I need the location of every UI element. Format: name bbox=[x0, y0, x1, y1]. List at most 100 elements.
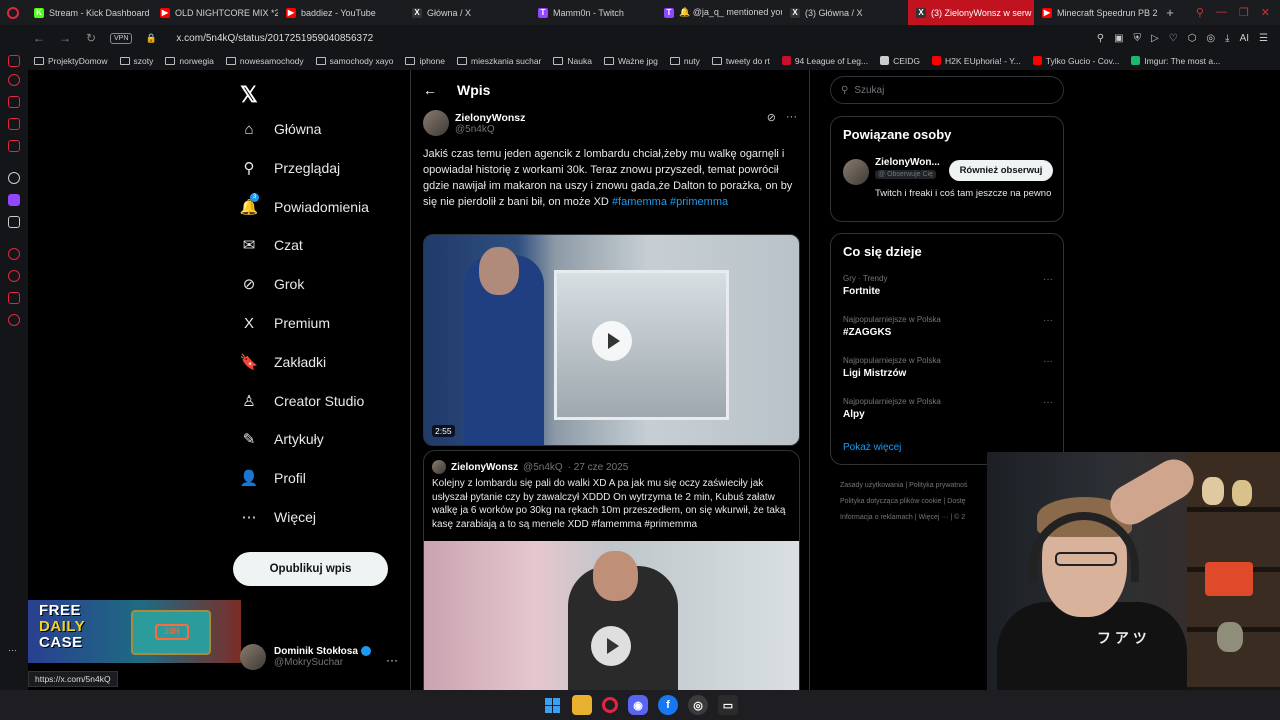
windows-start-icon[interactable] bbox=[542, 695, 562, 715]
lock-icon[interactable]: 🔒 bbox=[144, 33, 158, 44]
bookmark-item[interactable]: 94 League of Leg... bbox=[781, 56, 868, 66]
terminal-icon[interactable]: ▭ bbox=[718, 695, 738, 715]
extensions-sidebar-icon[interactable] bbox=[8, 292, 20, 304]
follow-back-button[interactable]: Również obserwuj bbox=[949, 160, 1053, 181]
author-name[interactable]: ZielonyWonsz bbox=[455, 112, 525, 124]
vpn-badge[interactable]: VPN bbox=[110, 32, 133, 44]
close-window-icon[interactable]: ✕ bbox=[1261, 6, 1270, 19]
shield-icon[interactable]: ⛨ bbox=[1134, 33, 1142, 44]
back-icon[interactable]: ← bbox=[32, 31, 46, 45]
bookmark-item[interactable]: samochody xayo bbox=[315, 56, 393, 66]
footer-link[interactable]: Więcej ··· bbox=[918, 514, 948, 521]
facebook-icon[interactable]: f bbox=[658, 695, 678, 715]
trend-more-icon[interactable]: ··· bbox=[1043, 274, 1053, 285]
post-button[interactable]: Opublikuj wpis bbox=[233, 552, 388, 586]
bookmark-item[interactable]: norwegia bbox=[165, 56, 214, 66]
play-button-icon[interactable] bbox=[591, 626, 631, 666]
show-more-link[interactable]: Pokaż więcej bbox=[843, 442, 901, 453]
x-logo-icon[interactable]: 𝕏 bbox=[240, 82, 258, 108]
post-more-icon[interactable]: ··· bbox=[786, 111, 797, 124]
player-icon[interactable] bbox=[8, 248, 20, 260]
footer-link[interactable]: Zasady użytkowania bbox=[840, 482, 903, 489]
nav-item[interactable]: X Premium bbox=[240, 314, 330, 332]
download-icon[interactable]: ⤓ bbox=[1225, 33, 1229, 44]
bookmark-item[interactable]: nuty bbox=[669, 56, 700, 66]
chatgpt-icon[interactable] bbox=[8, 172, 20, 184]
trend-item[interactable]: Gry · Trendy Fortnite ··· bbox=[843, 274, 1053, 297]
hashtag-link[interactable]: #primemma bbox=[670, 196, 728, 208]
pin-icon[interactable]: ⚲ bbox=[1097, 33, 1104, 44]
menu-icon[interactable]: ☰ bbox=[1259, 33, 1268, 44]
opera-logo-icon[interactable] bbox=[0, 0, 26, 25]
browser-tab[interactable]: X (3) Główna / X bbox=[782, 0, 908, 25]
quoted-post[interactable]: ZielonyWonsz @5n4kQ · 27 cze 2025 Kolejn… bbox=[423, 450, 800, 690]
clock-icon[interactable] bbox=[8, 270, 20, 282]
bookmark-item[interactable]: Imgur: The most a... bbox=[1131, 56, 1220, 66]
footer-link[interactable]: Dostę bbox=[947, 498, 965, 505]
post-video[interactable]: 2:55 bbox=[423, 234, 800, 446]
browser-tab[interactable]: K Stream - Kick Dashboard bbox=[26, 0, 152, 25]
trend-item[interactable]: Najpopularniejsze w Polska Ligi Mistrzów ·… bbox=[843, 356, 1053, 379]
more-sidebar-icon[interactable]: ··· bbox=[8, 645, 20, 657]
trend-more-icon[interactable]: ··· bbox=[1043, 397, 1053, 408]
play-icon[interactable]: ▷ bbox=[1151, 33, 1159, 44]
url-field[interactable]: x.com/5n4kQ/status/2017251959040856372 bbox=[176, 33, 373, 44]
maximize-icon[interactable]: ❐ bbox=[1239, 6, 1249, 19]
x-sidebar-icon[interactable] bbox=[8, 216, 20, 228]
account-icon[interactable]: ◎ bbox=[1206, 33, 1215, 44]
forward-icon[interactable]: → bbox=[58, 31, 72, 45]
nav-item[interactable]: 🔖 Zakładki bbox=[240, 353, 326, 371]
browser-tab[interactable]: ▶ OLD NIGHTCORE MIX *2 bbox=[152, 0, 278, 25]
nav-item[interactable]: ⋯ Więcej bbox=[240, 508, 317, 526]
browser-tab[interactable]: T Mamm0n - Twitch bbox=[530, 0, 656, 25]
opera-taskbar-icon[interactable] bbox=[602, 697, 618, 713]
hashtag-link[interactable]: #famemma bbox=[612, 196, 667, 208]
wallet-icon[interactable] bbox=[8, 55, 20, 67]
bookmark-item[interactable]: tweety do rt bbox=[711, 56, 770, 66]
browser-tab[interactable]: T 🔔 @ja_q_ mentioned you bbox=[656, 0, 782, 25]
account-more-icon[interactable]: ··· bbox=[386, 653, 398, 667]
obs-icon[interactable]: ◎ bbox=[688, 695, 708, 715]
bookmark-item[interactable]: szoty bbox=[119, 56, 153, 66]
author-avatar[interactable] bbox=[423, 110, 449, 136]
quoted-video[interactable] bbox=[424, 541, 799, 690]
browser-tab[interactable]: ▶ Minecraft Speedrun PB 2 bbox=[1034, 0, 1160, 25]
nav-item[interactable]: ⊘ Grok bbox=[240, 275, 305, 293]
extensions-icon[interactable]: ⬡ bbox=[1188, 33, 1197, 44]
footer-link[interactable]: Informacja o reklamach bbox=[840, 514, 913, 521]
trend-item[interactable]: Najpopularniejsze w Polska Alpy ··· bbox=[843, 397, 1053, 420]
bookmark-item[interactable]: Tylko Gucio - Cov... bbox=[1032, 56, 1119, 66]
minimize-icon[interactable]: — bbox=[1216, 6, 1227, 19]
suggested-avatar[interactable] bbox=[843, 159, 869, 185]
ai-button[interactable]: AI bbox=[1240, 33, 1249, 44]
nav-item[interactable]: ✉ Czat bbox=[240, 236, 303, 254]
account-switcher[interactable]: Dominik Stokłosa @MokrySuchar bbox=[240, 644, 371, 670]
bookmark-item[interactable]: Ważne jpg bbox=[603, 56, 658, 66]
search-input[interactable]: ⚲ Szukaj bbox=[830, 76, 1064, 104]
messenger-icon[interactable] bbox=[8, 118, 20, 130]
back-arrow-icon[interactable]: ← bbox=[423, 82, 437, 98]
post-author[interactable]: ZielonyWonsz @5n4kQ bbox=[423, 110, 525, 136]
nav-item[interactable]: ✎ Artykuły bbox=[240, 430, 324, 448]
discord-icon[interactable]: ◉ bbox=[628, 695, 648, 715]
new-tab-button[interactable]: + bbox=[1160, 5, 1180, 20]
search-tabs-icon[interactable]: ⚲ bbox=[1196, 6, 1204, 19]
bookmark-item[interactable]: ProjektyDomow bbox=[34, 56, 108, 66]
nav-item[interactable]: ⌂ Główna bbox=[240, 120, 321, 138]
browser-tab[interactable]: X (3) ZielonyWonsz w serw bbox=[908, 0, 1034, 25]
bookmark-item[interactable]: iphone bbox=[405, 56, 445, 66]
nav-item[interactable]: 🔔 3 Powiadomienia bbox=[240, 192, 369, 216]
browser-tab[interactable]: ▶ baddiez - YouTube bbox=[278, 0, 404, 25]
nav-item[interactable]: ⚲ Przeglądaj bbox=[240, 159, 341, 177]
nav-item[interactable]: 👤 Profil bbox=[240, 469, 306, 487]
nav-item[interactable]: ♙ Creator Studio bbox=[240, 392, 364, 410]
history-icon[interactable] bbox=[8, 74, 20, 86]
author-handle[interactable]: @5n4kQ bbox=[455, 124, 525, 135]
suggested-name[interactable]: ZielonyWon... bbox=[875, 157, 940, 168]
twitch-icon[interactable] bbox=[8, 194, 20, 206]
trend-more-icon[interactable]: ··· bbox=[1043, 356, 1053, 367]
bookmark-item[interactable]: H2K EUphoria! - Y... bbox=[932, 56, 1021, 66]
settings-icon[interactable] bbox=[8, 314, 20, 326]
trend-item[interactable]: Najpopularniejsze w Polska #ZAGGKS ··· bbox=[843, 315, 1053, 338]
play-button-icon[interactable] bbox=[592, 321, 632, 361]
